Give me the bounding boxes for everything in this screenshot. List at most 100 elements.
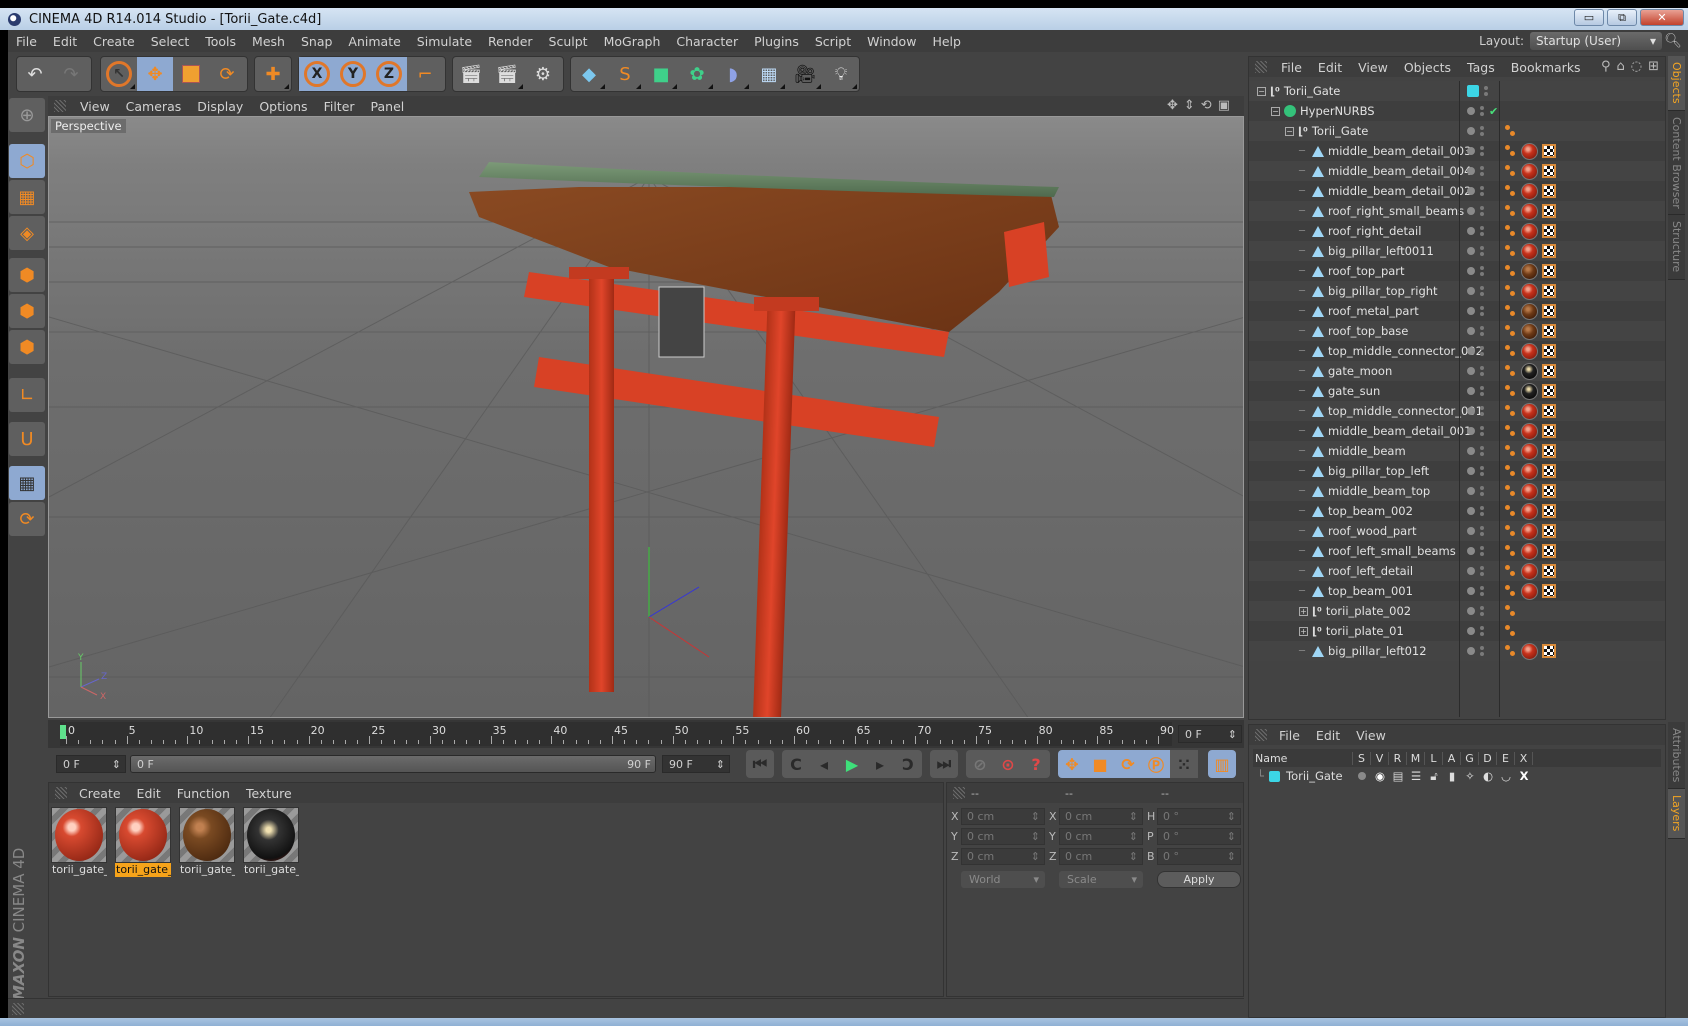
editor-render-visibility-toggle[interactable] <box>1480 426 1484 436</box>
object-row[interactable]: + ⌊⁰ torii_plate_002 <box>1249 601 1665 621</box>
uvw-tag-icon[interactable] <box>1542 344 1556 358</box>
key-scale-icon[interactable]: ■ <box>1086 750 1114 778</box>
texture-tag-icon[interactable] <box>1521 322 1538 340</box>
column-divider[interactable] <box>1499 81 1500 717</box>
object-row[interactable]: ─ middle_beam <box>1249 441 1665 461</box>
enabled-dot[interactable] <box>1467 427 1475 435</box>
phong-tag-icon[interactable] <box>1505 504 1517 518</box>
enabled-dot[interactable] <box>1467 187 1475 195</box>
material-swatch[interactable]: torii_gate_ <box>179 807 237 883</box>
maximize-icon[interactable]: ▣ <box>1218 98 1230 113</box>
phong-tag-icon[interactable] <box>1505 144 1517 158</box>
object-name[interactable]: big_pillar_left0011 <box>1328 244 1434 258</box>
object-row[interactable]: ─ roof_right_small_beams <box>1249 201 1665 221</box>
eye-icon[interactable]: ◌ <box>1631 59 1642 74</box>
phong-tag-icon[interactable] <box>1505 364 1517 378</box>
panel-grip[interactable] <box>55 787 67 799</box>
object-name[interactable]: big_pillar_top_right <box>1328 284 1438 298</box>
enabled-dot[interactable] <box>1467 467 1475 475</box>
object-name[interactable]: Torii_Gate <box>1312 124 1369 138</box>
enabled-dot[interactable] <box>1467 547 1475 555</box>
menu-animate[interactable]: Animate <box>340 34 408 49</box>
enabled-dot[interactable] <box>1467 127 1475 135</box>
object-row[interactable]: + ⌊⁰ torii_plate_01 <box>1249 621 1665 641</box>
layer-manager-icon[interactable]: ☰ <box>1407 769 1425 783</box>
column-solo[interactable]: S <box>1353 751 1371 765</box>
y-axis-icon[interactable]: Y <box>335 57 371 91</box>
object-menu-tags[interactable]: Tags <box>1459 60 1503 75</box>
snap-magnet-icon[interactable]: U <box>9 422 45 456</box>
light-icon[interactable]: 💡︎ <box>823 57 859 91</box>
uvw-tag-icon[interactable] <box>1542 424 1556 438</box>
collapse-icon[interactable]: − <box>1271 106 1280 116</box>
viewport-menu-view[interactable]: View <box>72 99 118 114</box>
uvw-tag-icon[interactable] <box>1542 444 1556 458</box>
tab-layers[interactable]: Layers <box>1668 789 1685 839</box>
phong-tag-icon[interactable] <box>1505 324 1517 338</box>
editor-render-visibility-toggle[interactable] <box>1480 226 1484 236</box>
editor-render-visibility-toggle[interactable] <box>1480 246 1484 256</box>
column-expressions[interactable]: E <box>1497 751 1515 765</box>
tab-objects[interactable]: Objects <box>1668 56 1685 111</box>
enabled-dot[interactable] <box>1467 267 1475 275</box>
texture-mode-icon[interactable]: ▦ <box>9 180 45 214</box>
texture-tag-icon[interactable] <box>1521 222 1538 240</box>
phong-tag-icon[interactable] <box>1505 464 1517 478</box>
minimize-button[interactable]: ▭ <box>1574 9 1604 26</box>
menu-script[interactable]: Script <box>807 34 859 49</box>
enabled-dot[interactable] <box>1467 307 1475 315</box>
object-row[interactable]: − ⌊⁰ Torii_Gate <box>1249 81 1665 101</box>
object-row[interactable]: ─ middle_beam_top <box>1249 481 1665 501</box>
object-name[interactable]: middle_beam_detail_003 <box>1328 144 1471 158</box>
go-to-start-icon[interactable]: ⏮ <box>746 750 774 778</box>
editor-render-visibility-toggle[interactable] <box>1480 126 1484 136</box>
material-menu-function[interactable]: Function <box>169 786 238 801</box>
restore-button[interactable]: ⧉ <box>1607 9 1637 26</box>
column-view[interactable]: V <box>1371 751 1389 765</box>
enabled-dot[interactable] <box>1467 447 1475 455</box>
object-name[interactable]: gate_sun <box>1328 384 1380 398</box>
menu-sculpt[interactable]: Sculpt <box>541 34 596 49</box>
object-name[interactable]: roof_top_part <box>1328 264 1405 278</box>
enabled-dot[interactable] <box>1467 507 1475 515</box>
texture-tag-icon[interactable] <box>1521 562 1538 580</box>
enabled-dot[interactable] <box>1467 287 1475 295</box>
enabled-dot[interactable] <box>1467 347 1475 355</box>
phong-tag-icon[interactable] <box>1505 604 1517 618</box>
layer-animation-icon[interactable]: ▮ <box>1443 769 1461 783</box>
model-mode-icon[interactable]: ⬡ <box>9 144 45 178</box>
phong-tag-icon[interactable] <box>1505 584 1517 598</box>
layer-visible-icon[interactable]: ◉ <box>1371 769 1389 783</box>
texture-tag-icon[interactable] <box>1521 302 1538 320</box>
editor-render-visibility-toggle[interactable] <box>1480 466 1484 476</box>
object-name[interactable]: middle_beam_detail_001 <box>1328 424 1471 438</box>
tab-structure[interactable]: Structure <box>1668 215 1685 280</box>
phong-tag-icon[interactable] <box>1505 124 1517 138</box>
editor-render-visibility-toggle[interactable] <box>1480 646 1484 656</box>
texture-tag-icon[interactable] <box>1521 642 1538 660</box>
points-mode-icon[interactable]: ⬢ <box>9 258 45 292</box>
phong-tag-icon[interactable] <box>1505 284 1517 298</box>
editor-render-visibility-toggle[interactable] <box>1480 606 1484 616</box>
object-row[interactable]: ─ roof_left_detail <box>1249 561 1665 581</box>
texture-tag-icon[interactable] <box>1521 442 1538 460</box>
render-picture-viewer-icon[interactable]: 🎬︎ <box>489 57 525 91</box>
uvw-tag-icon[interactable] <box>1542 204 1556 218</box>
pos-y-field[interactable]: 0 cm ⇕ <box>961 828 1045 845</box>
pos-z-field[interactable]: 0 cm ⇕ <box>961 848 1045 865</box>
search-icon[interactable]: 🔍︎ <box>1664 33 1682 49</box>
object-name[interactable]: roof_wood_part <box>1328 524 1416 538</box>
object-row[interactable]: ─ roof_metal_part <box>1249 301 1665 321</box>
uvw-tag-icon[interactable] <box>1542 224 1556 238</box>
layer-generator-icon[interactable]: ✧ <box>1461 769 1479 783</box>
uvw-tag-icon[interactable] <box>1542 524 1556 538</box>
array-icon[interactable]: ✿ <box>679 57 715 91</box>
object-menu-objects[interactable]: Objects <box>1396 60 1459 75</box>
menu-edit[interactable]: Edit <box>45 34 85 49</box>
texture-tag-icon[interactable] <box>1521 262 1538 280</box>
edges-mode-icon[interactable]: ⬢ <box>9 294 45 328</box>
panel-grip[interactable] <box>1255 61 1267 73</box>
menu-character[interactable]: Character <box>668 34 746 49</box>
layer-menu-view[interactable]: View <box>1348 728 1394 743</box>
close-button[interactable]: ✕ <box>1640 9 1684 26</box>
